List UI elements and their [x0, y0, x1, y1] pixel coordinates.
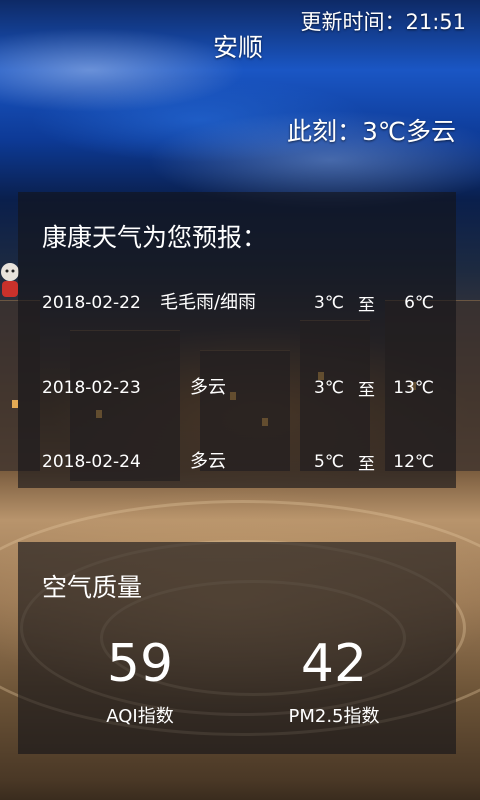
forecast-condition: 多云 — [190, 451, 226, 472]
forecast-low-temp: 5℃ — [314, 452, 344, 472]
forecast-to-label: 至 — [358, 380, 375, 401]
forecast-row: 2018-02-22 毛毛雨/细雨 3℃ 至 6℃ — [18, 278, 456, 328]
aqi-value: 59 — [106, 634, 174, 694]
pm25-label: PM2.5指数 — [288, 706, 380, 727]
forecast-to-label: 至 — [358, 454, 375, 475]
forecast-panel: 康康天气为您预报： 2018-02-22 毛毛雨/细雨 3℃ 至 6℃ 2018… — [18, 192, 456, 488]
air-quality-title: 空气质量 — [42, 573, 143, 602]
forecast-low-temp: 3℃ — [314, 378, 344, 398]
forecast-high-temp: 13℃ — [393, 378, 434, 398]
forecast-date: 2018-02-23 — [42, 378, 141, 398]
forecast-title: 康康天气为您预报： — [42, 223, 268, 252]
forecast-date: 2018-02-22 — [42, 293, 141, 313]
forecast-to-label: 至 — [358, 295, 375, 316]
aqi-label: AQI指数 — [106, 706, 174, 727]
pm25-metric: 42 PM2.5指数 — [254, 634, 414, 728]
forecast-condition: 多云 — [190, 377, 226, 398]
current-weather: 此刻：3℃多云 — [287, 117, 456, 146]
pm25-value: 42 — [300, 634, 368, 694]
forecast-condition: 毛毛雨/细雨 — [159, 292, 257, 313]
air-quality-panel: 空气质量 59 AQI指数 42 PM2.5指数 — [18, 542, 456, 754]
forecast-high-temp: 12℃ — [393, 452, 434, 472]
aqi-metric: 59 AQI指数 — [60, 634, 220, 728]
city-name[interactable]: 安顺 — [0, 28, 476, 64]
forecast-high-temp: 6℃ — [404, 293, 434, 313]
forecast-row: 2018-02-23 多云 3℃ 至 13℃ — [18, 363, 456, 413]
forecast-date: 2018-02-24 — [42, 452, 141, 472]
forecast-low-temp: 3℃ — [314, 293, 344, 313]
forecast-row: 2018-02-24 多云 5℃ 至 12℃ — [18, 437, 456, 487]
weather-screen: 更新时间：21:51 安顺 此刻：3℃多云 康康天气为您预报： 2018-02-… — [0, 0, 480, 800]
